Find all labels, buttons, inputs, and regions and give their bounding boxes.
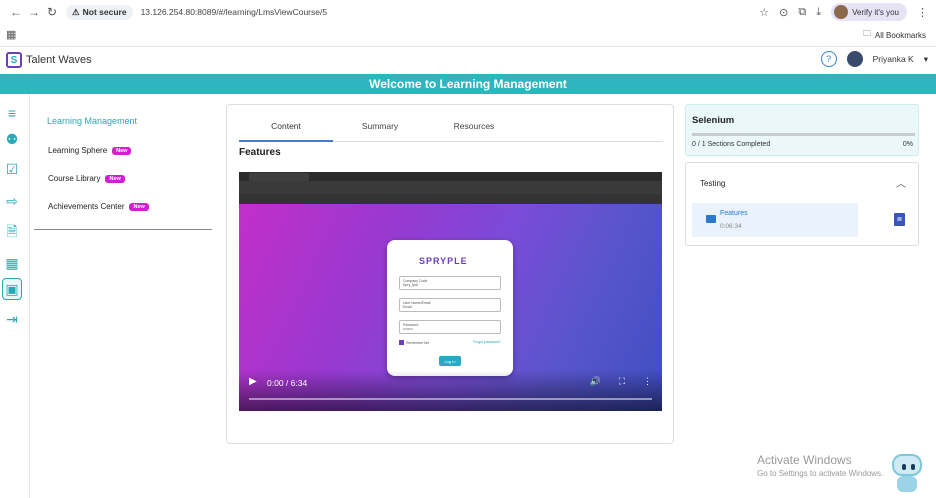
lesson-item[interactable]: Features 0:06:34 <box>692 203 858 237</box>
video-camera-icon <box>706 215 716 223</box>
lesson-title: Features <box>720 210 748 217</box>
clipboard-icon[interactable]: ≣ <box>894 213 905 226</box>
nav-item-course-library[interactable]: Course Library New <box>48 174 125 183</box>
app-logo[interactable]: S Talent Waves <box>6 52 92 68</box>
all-bookmarks[interactable]: 🗀 All Bookmarks <box>863 28 926 42</box>
nav-item-label: Course Library <box>48 174 101 183</box>
play-icon[interactable]: ▶ <box>249 376 257 387</box>
watermark-line2: Go to Settings to activate Windows. <box>757 469 884 478</box>
nav-item-label: Achievements Center <box>48 202 125 211</box>
course-progress-card: Selenium 0 / 1 Sections Completed 0% <box>685 104 919 156</box>
new-badge: New <box>129 202 149 211</box>
folder-icon: 🗀 <box>862 29 871 38</box>
fullscreen-icon[interactable]: ⛶ <box>619 376 625 387</box>
logo-icon: S <box>6 52 22 68</box>
course-content-card: Content Summary Resources Features SPRYP… <box>226 104 674 444</box>
camera-icon[interactable]: ⊙ <box>779 6 788 19</box>
profile-button[interactable]: Verify it's you <box>831 3 907 21</box>
hamburger-menu-icon[interactable]: ≡ <box>2 102 22 124</box>
section-name[interactable]: Testing <box>700 179 725 188</box>
learning-icon[interactable]: ▣ <box>2 278 22 300</box>
video-progress-bar[interactable] <box>249 398 652 400</box>
reload-icon[interactable]: ↻ <box>42 2 62 22</box>
video-player[interactable]: SPRYPLE Company Code Spry_Ipal User Name/… <box>239 172 662 411</box>
video-address-bar <box>239 181 662 194</box>
watermark-line1: Activate Windows <box>757 453 852 467</box>
apps-icon[interactable]: ▦ <box>6 28 16 41</box>
new-badge: New <box>112 146 132 155</box>
chevron-up-icon[interactable]: ︿ <box>896 175 906 190</box>
video-remember-me: Remember Me <box>399 340 429 345</box>
calendar-transfer-icon[interactable]: ⇨ <box>2 190 22 212</box>
tab-summary[interactable]: Summary <box>333 121 427 142</box>
star-icon[interactable]: ☆ <box>759 6 769 19</box>
security-indicator[interactable]: ⚠ Not secure <box>66 4 133 20</box>
nav-title: Learning Management <box>47 116 138 126</box>
caret-down-icon[interactable]: ▾ <box>924 54 928 65</box>
more-options-icon[interactable]: ⋮ <box>643 376 652 387</box>
tab-content[interactable]: Content <box>239 121 333 142</box>
sections-completed: 0 / 1 Sections Completed <box>692 141 771 148</box>
icon-rail: ≡ ⚉ ☑ ⇨ 🗎 ▦ ▣ ⇥ <box>0 94 30 498</box>
all-bookmarks-label: All Bookmarks <box>874 30 926 40</box>
progress-percent: 0% <box>902 141 913 148</box>
tab-resources[interactable]: Resources <box>427 121 521 142</box>
user-avatar[interactable] <box>846 51 863 67</box>
video-controls: ▶ 0:00 / 6:34 🔊 ⛶ ⋮ <box>239 370 662 411</box>
new-badge: New <box>105 174 125 183</box>
calendar-check-icon[interactable]: ☑ <box>2 158 22 180</box>
nav-item-achievements-center[interactable]: Achievements Center New <box>48 202 149 211</box>
warning-icon: ⚠ <box>72 6 80 17</box>
video-field-company: Company Code Spry_Ipal <box>399 276 501 290</box>
bookmarks-bar: ▦ 🗀 All Bookmarks <box>0 24 936 44</box>
security-label: Not secure <box>82 7 127 17</box>
app-header: S Talent Waves ? Priyanka K ▾ <box>0 46 936 74</box>
section-title: Features <box>239 147 281 158</box>
content-tabs: Content Summary Resources <box>239 117 663 142</box>
logout-icon[interactable]: ⇥ <box>2 308 22 330</box>
url-text: 13.126.254.80:8089/#/learning/LmsViewCou… <box>140 7 328 17</box>
course-title: Selenium <box>692 115 735 126</box>
profile-label: Verify it's you <box>852 7 899 17</box>
section-accordion: Testing ︿ Features 0:06:34 ≣ <box>685 162 919 246</box>
windows-activation-watermark: Activate Windows Go to Settings to activ… <box>757 453 883 478</box>
video-browser-frame <box>239 172 662 204</box>
calendar-grid-icon[interactable]: ▦ <box>2 252 22 274</box>
welcome-banner: Welcome to Learning Management <box>0 74 936 94</box>
nav-item-learning-sphere[interactable]: Learning Sphere New <box>48 146 132 155</box>
chatbot-icon[interactable] <box>888 452 924 494</box>
download-icon[interactable]: ⤓ <box>816 6 821 19</box>
team-icon[interactable]: ⚉ <box>2 128 22 150</box>
video-field-password: Password •••••••• <box>399 320 501 334</box>
video-login-card: SPRYPLE Company Code Spry_Ipal User Name/… <box>387 240 513 376</box>
nav-item-label: Learning Sphere <box>48 146 108 155</box>
extensions-icon[interactable]: ⧉ <box>798 6 806 19</box>
back-icon[interactable]: ← <box>6 2 26 22</box>
app-name: Talent Waves <box>26 54 92 66</box>
address-bar[interactable]: ⚠ Not secure 13.126.254.80:8089/#/learni… <box>66 2 766 22</box>
browser-toolbar: ← → ↻ ⚠ Not secure 13.126.254.80:8089/#/… <box>0 0 936 24</box>
video-time: 0:00 / 6:34 <box>267 378 308 388</box>
profile-avatar <box>834 5 849 19</box>
forward-icon[interactable]: → <box>24 2 44 22</box>
video-forgot-link: Forgot password? <box>472 340 501 344</box>
menu-icon[interactable]: ⋮ <box>917 6 928 19</box>
document-search-icon[interactable]: 🗎 <box>2 222 22 244</box>
browser-actions: ☆ ⊙ ⧉ ⤓ Verify it's you ⋮ <box>759 3 928 21</box>
user-name[interactable]: Priyanka K <box>873 54 914 64</box>
video-tab <box>249 173 309 181</box>
video-login-button: Log In <box>439 356 461 366</box>
lesson-duration: 0:06:34 <box>720 223 742 230</box>
video-field-username: User Name/Email Email <box>399 298 501 312</box>
course-progress-bar <box>692 133 915 136</box>
help-icon[interactable]: ? <box>820 51 837 67</box>
learning-nav: Learning Management Learning Sphere New … <box>34 108 212 230</box>
header-actions: ? Priyanka K ▾ <box>820 51 928 67</box>
volume-icon[interactable]: 🔊 <box>589 376 600 387</box>
video-brand: SPRYPLE <box>419 256 468 266</box>
